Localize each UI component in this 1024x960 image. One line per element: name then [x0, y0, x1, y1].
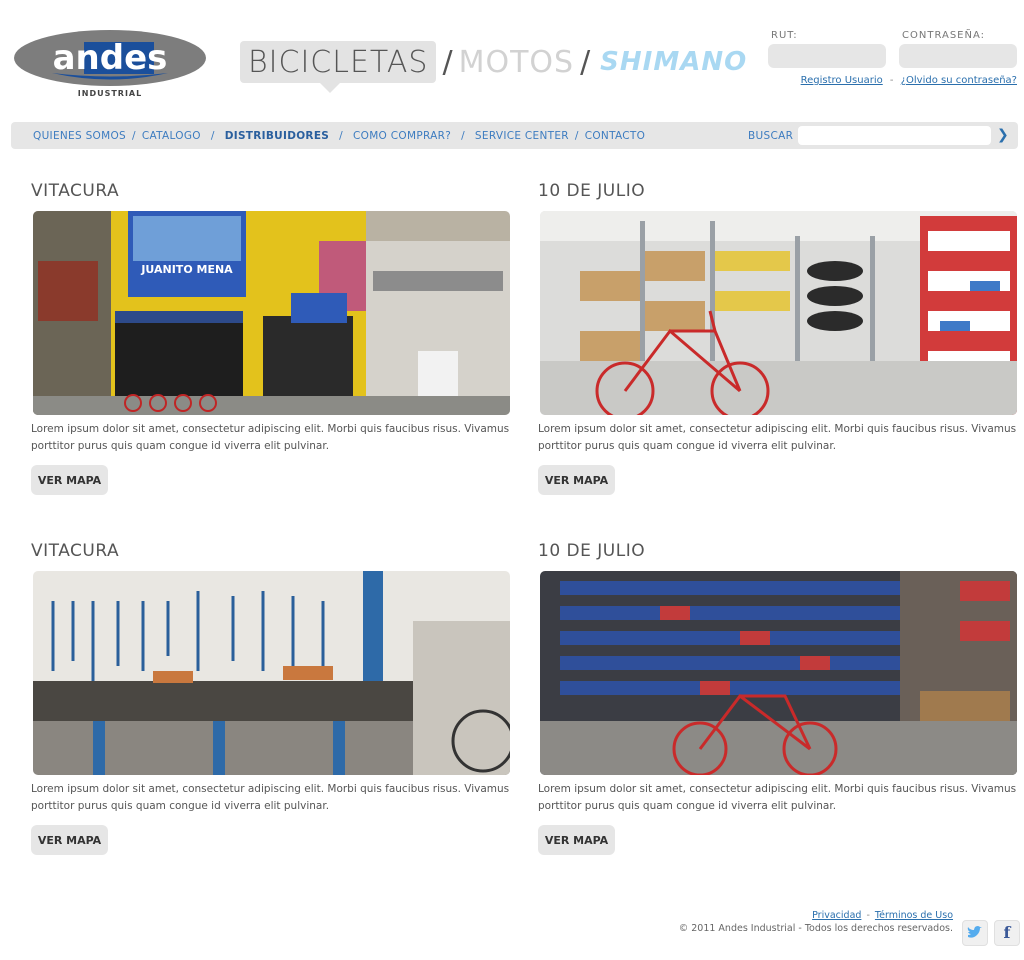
privacy-link[interactable]: Privacidad [812, 910, 861, 921]
ver-mapa-button[interactable]: VER MAPA [538, 465, 615, 495]
store-photo: JUANITO MENA [33, 211, 510, 415]
store-title: 10 DE JULIO [538, 181, 646, 201]
store-card: 10 DE JULIO Lorem ipsum dolor sit amet, … [538, 541, 1018, 855]
nav-separator: / [132, 129, 136, 142]
brand-divider: / [442, 44, 453, 80]
store-description: Lorem ipsum dolor sit amet, consectetur … [538, 423, 1017, 452]
store-card: VITACURA JUANITO MENA Lorem ipsum dolor [31, 181, 511, 495]
main-navbar: QUIENES SOMOS / CATALOGO / DISTRIBUIDORE… [11, 122, 1018, 149]
search-input[interactable] [798, 126, 991, 145]
register-link[interactable]: Registro Usuario [801, 75, 883, 86]
ver-mapa-button[interactable]: VER MAPA [538, 825, 615, 855]
nav-item-quienes-somos[interactable]: QUIENES SOMOS [33, 130, 126, 142]
storefront-sign-text: JUANITO MENA [140, 263, 233, 276]
brand-tab-bicicletas[interactable]: BICICLETAS [240, 41, 437, 93]
store-photo [33, 571, 510, 775]
twitter-button[interactable] [962, 920, 988, 946]
terms-link[interactable]: Términos de Uso [875, 910, 953, 921]
store-title: 10 DE JULIO [538, 541, 646, 561]
facebook-button[interactable]: f [994, 920, 1020, 946]
store-description: Lorem ipsum dolor sit amet, consectetur … [31, 783, 510, 812]
nav-item-como-comprar[interactable]: COMO COMPRAR? [353, 130, 451, 142]
footer-links-separator: - [866, 910, 870, 921]
footer-links: Privacidad - Términos de Uso [812, 910, 953, 921]
login-links: Registro Usuario - ¿Olvido su contraseña… [801, 75, 1017, 86]
ver-mapa-button[interactable]: VER MAPA [31, 825, 108, 855]
nav-item-contacto[interactable]: CONTACTO [585, 130, 645, 142]
nav-item-catalogo[interactable]: CATALOGO [142, 130, 201, 142]
login-links-separator: - [889, 75, 894, 86]
store-photo [540, 211, 1017, 415]
brand-tab-motos[interactable]: MOTOS [459, 45, 574, 80]
nav-separator: / [574, 129, 579, 142]
search-label: BUSCAR [748, 130, 794, 142]
nav-separator: / [210, 129, 215, 142]
nav-separator: / [461, 129, 465, 142]
store-title: VITACURA [31, 541, 120, 561]
password-field[interactable] [899, 44, 1017, 68]
store-card: 10 DE JULIO Lorem ipsum dolor sit amet, … [538, 181, 1018, 495]
forgot-password-link[interactable]: ¿Olvido su contraseña? [901, 75, 1017, 86]
rut-field[interactable] [768, 44, 886, 68]
store-title: VITACURA [31, 181, 120, 201]
facebook-icon: f [1003, 923, 1011, 942]
store-description: Lorem ipsum dolor sit amet, consectetur … [31, 423, 510, 452]
nav-item-service-center[interactable]: SERVICE CENTER [475, 130, 569, 142]
brand-nav: BICICLETAS / MOTOS / SHIMANO [240, 38, 747, 93]
andes-logo-mark: andes [14, 30, 206, 86]
store-photo [540, 571, 1017, 775]
password-label: CONTRASEÑA: [902, 30, 986, 41]
store-description: Lorem ipsum dolor sit amet, consectetur … [538, 783, 1017, 812]
nav-menu: QUIENES SOMOS / CATALOGO / DISTRIBUIDORE… [33, 122, 645, 149]
rut-label: RUT: [771, 30, 798, 41]
ver-mapa-button[interactable]: VER MAPA [31, 465, 108, 495]
twitter-icon [963, 921, 987, 952]
logo-text: andes [53, 38, 168, 78]
nav-item-distribuidores[interactable]: DISTRIBUIDORES [225, 130, 329, 142]
copyright-text: © 2011 Andes Industrial - Todos los dere… [678, 923, 953, 934]
store-card: VITACURA Lorem ipsum dolor sit amet, con… [31, 541, 511, 855]
brand-divider: / [580, 44, 591, 80]
andes-logo[interactable]: andes INDUSTRIAL [12, 28, 208, 100]
nav-separator: / [339, 129, 343, 142]
brand-tab-shimano[interactable]: SHIMANO [600, 47, 747, 77]
search-arrow-icon[interactable]: ❯ [997, 127, 1011, 144]
logo-subtitle: INDUSTRIAL [77, 89, 143, 98]
